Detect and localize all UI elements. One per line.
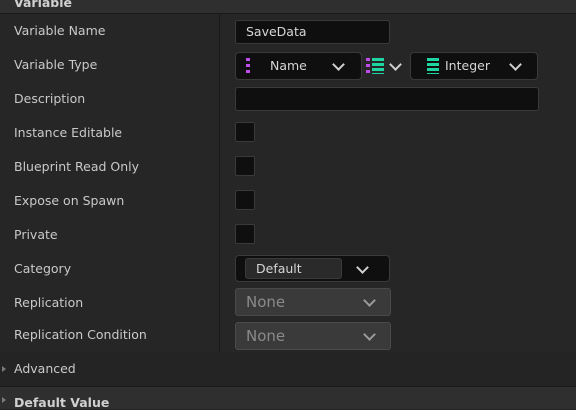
advanced-expander[interactable]: Advanced (0, 352, 576, 387)
replication-dropdown[interactable]: None (235, 288, 391, 316)
expose-on-spawn-label: Expose on Spawn (14, 193, 125, 208)
category-combo[interactable]: Default (235, 255, 390, 282)
variable-type-label: Variable Type (14, 57, 98, 72)
row-expose-on-spawn: Expose on Spawn (0, 184, 576, 219)
map-container-icon (366, 58, 370, 73)
variable-name-input[interactable]: SaveData (235, 20, 390, 44)
variable-pin-icon (246, 58, 250, 73)
expand-arrow-icon (2, 366, 6, 372)
chevron-down-icon (332, 58, 345, 71)
chevron-down-icon (389, 58, 402, 71)
chevron-down-icon (356, 261, 369, 274)
advanced-label: Advanced (14, 361, 76, 376)
key-type-dropdown[interactable]: Name (235, 52, 362, 80)
chevron-down-icon (363, 328, 376, 341)
value-type-label: Integer (445, 58, 490, 73)
section-title: Variable (14, 0, 73, 10)
row-private: Private (0, 218, 576, 253)
row-instance-editable: Instance Editable (0, 116, 576, 151)
row-replication: Replication None (0, 286, 576, 321)
variable-name-label: Variable Name (14, 23, 106, 38)
replication-condition-value: None (246, 327, 286, 345)
blueprint-read-only-label: Blueprint Read Only (14, 159, 140, 174)
description-input[interactable] (235, 87, 539, 111)
row-replication-condition: Replication Condition None (0, 318, 576, 353)
section-header-default-value[interactable]: Default Value (0, 387, 576, 410)
section-header-variable[interactable]: Variable (0, 0, 576, 14)
private-label: Private (14, 227, 58, 242)
category-value: Default (256, 261, 302, 276)
category-label: Category (14, 261, 72, 276)
instance-editable-checkbox[interactable] (235, 122, 255, 142)
row-variable-type: Variable Type Name Integer (0, 48, 576, 83)
blueprint-read-only-checkbox[interactable] (235, 156, 255, 176)
replication-value: None (246, 293, 286, 311)
chevron-down-icon (509, 58, 522, 71)
category-input[interactable]: Default (245, 258, 342, 279)
expand-arrow-icon (2, 397, 6, 403)
key-type-label: Name (270, 58, 307, 73)
description-label: Description (14, 91, 86, 106)
row-variable-name: Variable Name SaveData (0, 14, 576, 49)
chevron-down-icon (363, 294, 376, 307)
container-type-dropdown[interactable] (364, 52, 404, 80)
instance-editable-label: Instance Editable (14, 125, 123, 140)
variable-pin-icon (427, 58, 439, 74)
map-value-icon (372, 58, 384, 74)
expose-on-spawn-checkbox[interactable] (235, 190, 255, 210)
row-blueprint-read-only: Blueprint Read Only (0, 150, 576, 185)
replication-label: Replication (14, 295, 84, 310)
private-checkbox[interactable] (235, 224, 255, 244)
row-description: Description (0, 82, 576, 117)
row-category: Category Default (0, 252, 576, 287)
value-type-dropdown[interactable]: Integer (410, 52, 538, 80)
replication-condition-label: Replication Condition (14, 327, 147, 342)
replication-condition-dropdown[interactable]: None (235, 322, 391, 350)
section-title: Default Value (14, 395, 110, 410)
